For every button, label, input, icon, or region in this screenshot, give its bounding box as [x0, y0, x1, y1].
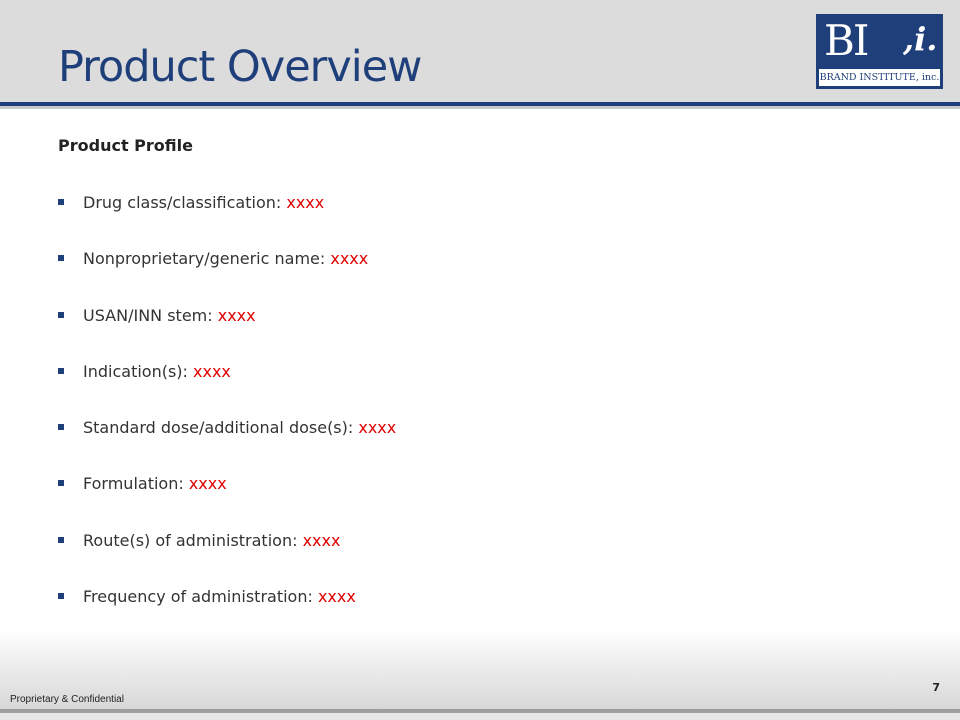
item-label: Frequency of administration:	[83, 587, 318, 607]
list-item: USAN/INN stem: xxxx	[58, 305, 396, 361]
item-value: xxxx	[317, 587, 356, 607]
item-value: xxxx	[302, 530, 341, 550]
footer-background	[0, 630, 960, 712]
square-bullet-icon	[58, 367, 64, 374]
item-label: Nonproprietary/generic name:	[83, 249, 331, 269]
logo-name-strip: BRAND INSTITUTE, inc.	[819, 69, 940, 86]
header-divider-shadow	[0, 106, 960, 109]
page-number: 7	[932, 681, 940, 694]
item-label: Route(s) of administration:	[83, 530, 303, 550]
item-value: xxxx	[286, 193, 325, 212]
list-item: Indication(s): xxxx	[58, 361, 396, 417]
item-value: xxxx	[188, 474, 227, 494]
square-bullet-icon	[58, 424, 64, 431]
footer-band	[0, 713, 960, 720]
list-item: Standard dose/additional dose(s): xxxx	[58, 417, 396, 473]
list-item: Nonproprietary/generic name: xxxx	[58, 248, 396, 304]
list-item: Route(s) of administration: xxxx	[58, 530, 396, 586]
brand-institute-logo: BI ,i. BRAND INSTITUTE, inc.	[816, 14, 943, 89]
item-value: xxxx	[193, 361, 231, 381]
logo-company-name: BRAND INSTITUTE, inc.	[819, 72, 940, 83]
product-profile-list: Drug class/classification: xxxx Nonpropr…	[58, 192, 396, 642]
section-heading: Product Profile	[58, 136, 193, 155]
item-value: xxxx	[217, 305, 256, 325]
logo-mark: BI	[824, 16, 869, 65]
item-label: Drug class/classification:	[83, 193, 287, 212]
slide-title: Product Overview	[58, 42, 422, 92]
logo-suffix: ,i.	[903, 20, 938, 58]
square-bullet-icon	[58, 536, 64, 543]
item-value: xxxx	[330, 249, 369, 269]
square-bullet-icon	[58, 593, 64, 600]
confidentiality-notice: Proprietary & Confidential	[10, 694, 124, 705]
item-value: xxxx	[358, 418, 397, 438]
list-item: Formulation: xxxx	[58, 473, 396, 529]
list-item: Drug class/classification: xxxx	[58, 192, 396, 248]
square-bullet-icon	[58, 311, 64, 318]
item-label: Indication(s):	[83, 361, 194, 381]
square-bullet-icon	[58, 480, 64, 487]
square-bullet-icon	[58, 255, 64, 262]
item-label: USAN/INN stem:	[83, 305, 218, 325]
square-bullet-icon	[58, 199, 64, 205]
item-label: Standard dose/additional dose(s):	[83, 418, 359, 438]
item-label: Formulation:	[83, 474, 189, 494]
